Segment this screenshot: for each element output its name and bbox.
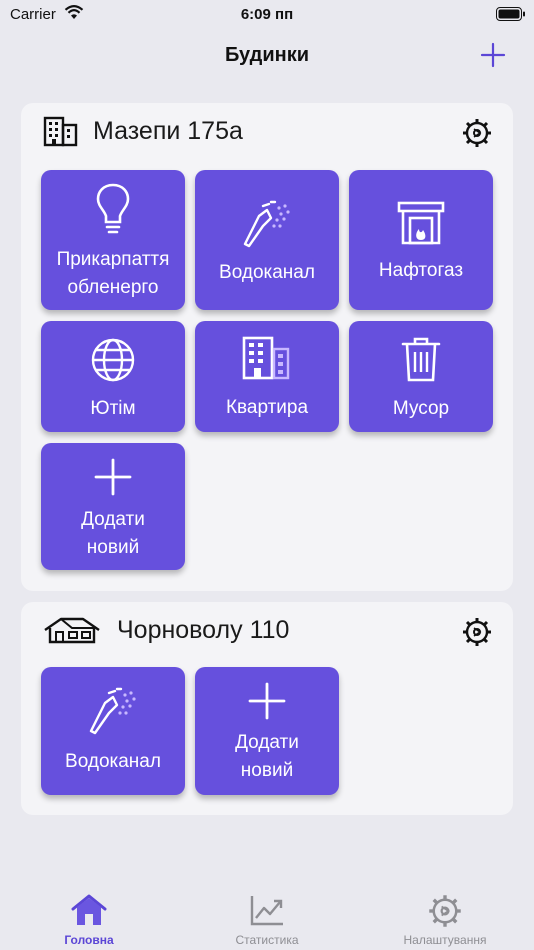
water-tap-icon xyxy=(195,200,339,248)
tile-electricity[interactable]: Прикарпаття обленерго xyxy=(41,170,185,310)
water-tap-icon xyxy=(41,687,185,735)
plus-icon xyxy=(195,681,339,721)
tile-label: Водоканал xyxy=(65,751,161,772)
house-settings-button[interactable] xyxy=(461,117,493,149)
tile-internet[interactable]: Ютім xyxy=(41,321,185,432)
globe-icon xyxy=(41,337,185,383)
gear-icon xyxy=(356,893,534,929)
tile-label: Водоканал xyxy=(219,262,315,283)
house-card: Мазепи 175а Прикарпаття обленерго Водокан… xyxy=(21,103,513,591)
tile-water[interactable]: Водоканал xyxy=(195,170,339,310)
battery-icon xyxy=(496,7,526,25)
apartment-building-icon xyxy=(43,115,79,152)
tile-label: Додати новий xyxy=(235,732,299,781)
lightbulb-icon xyxy=(41,182,185,234)
tile-label: Нафтогаз xyxy=(378,260,464,281)
page-title: Будинки xyxy=(224,44,310,66)
navigation-bar: Будинки xyxy=(0,36,534,76)
gear-icon xyxy=(463,618,491,646)
plus-icon xyxy=(480,42,506,68)
tile-label: Додати новий xyxy=(81,509,145,558)
tab-home[interactable]: Головна xyxy=(0,885,178,950)
tile-apartment[interactable]: Квартира xyxy=(195,321,339,432)
status-time: 6:09 пп xyxy=(240,6,294,23)
fireplace-icon xyxy=(349,200,493,246)
tile-gas[interactable]: Нафтогаз xyxy=(349,170,493,310)
add-house-button[interactable] xyxy=(478,40,508,70)
home-icon xyxy=(0,893,178,927)
house-name: Мазепи 175а xyxy=(93,117,243,145)
house-card: Чорноволу 110 Водоканал Додати новий xyxy=(21,602,513,815)
tab-settings[interactable]: Налаштування xyxy=(356,885,534,950)
house-icon xyxy=(43,614,101,651)
tile-water[interactable]: Водоканал xyxy=(41,667,185,795)
tab-label: Головна xyxy=(64,933,114,947)
house-settings-button[interactable] xyxy=(461,616,493,648)
tab-bar: Головна Статистика Налаштування xyxy=(0,885,534,950)
plus-icon xyxy=(41,457,185,497)
house-card-header: Мазепи 175а xyxy=(21,103,513,163)
tile-label: Квартира xyxy=(225,397,309,418)
house-card-header: Чорноволу 110 xyxy=(21,602,513,662)
trash-icon xyxy=(349,335,493,383)
tile-garbage[interactable]: Мусор xyxy=(349,321,493,432)
tile-label: Мусор xyxy=(392,398,450,419)
status-bar: Carrier 6:09 пп xyxy=(0,0,534,30)
chart-icon xyxy=(178,893,356,927)
tile-add-new[interactable]: Додати новий xyxy=(195,667,339,795)
tab-label: Налаштування xyxy=(403,933,487,947)
tab-label: Статистика xyxy=(235,933,299,947)
tile-label: Прикарпаття обленерго xyxy=(56,249,170,298)
house-name: Чорноволу 110 xyxy=(117,616,290,644)
tile-label: Ютім xyxy=(90,398,136,419)
gear-icon xyxy=(463,119,491,147)
tile-add-new[interactable]: Додати новий xyxy=(41,443,185,570)
tab-statistics[interactable]: Статистика xyxy=(178,885,356,950)
building-icon xyxy=(195,335,339,381)
